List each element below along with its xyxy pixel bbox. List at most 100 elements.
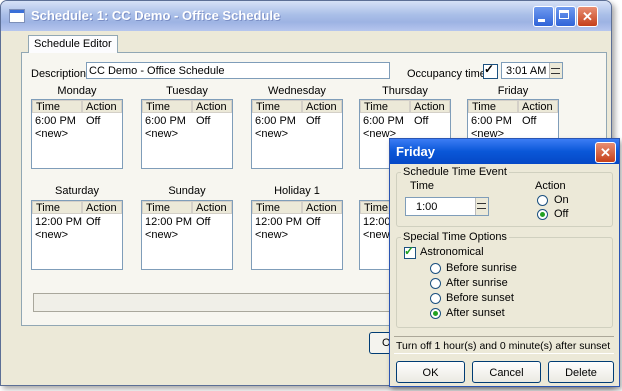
- day-heading: Wednesday: [268, 85, 326, 97]
- table-row[interactable]: 6:00 PM Off: [468, 115, 558, 127]
- dialog-close-button[interactable]: ✕: [595, 142, 616, 163]
- dialog-title-bar[interactable]: Friday ✕: [390, 139, 619, 164]
- action-column-header[interactable]: Action: [410, 100, 450, 113]
- new-entry-label: <new>: [35, 229, 69, 241]
- occupancy-checkbox[interactable]: ✓: [483, 62, 498, 79]
- close-icon: ✕: [582, 9, 593, 24]
- progress-bar: [33, 293, 399, 312]
- checkmark-icon: ✓: [404, 244, 415, 258]
- table-row[interactable]: 12:00 PM Off: [32, 216, 122, 228]
- action-on-radio[interactable]: [537, 195, 548, 206]
- time-column-header[interactable]: Time: [360, 100, 410, 113]
- time-label: Time: [410, 180, 435, 192]
- day-heading: Holiday 1: [274, 185, 320, 197]
- row-time: 6:00 PM: [255, 115, 296, 127]
- time-value: 1:00: [416, 201, 438, 213]
- row-time: 12:00 PM: [255, 216, 303, 228]
- tab-schedule-editor[interactable]: Schedule Editor: [28, 35, 118, 53]
- action-on-label: On: [554, 194, 569, 206]
- before-sunset-radio[interactable]: [430, 293, 441, 304]
- maximize-icon: [559, 10, 569, 19]
- before-sunrise-radio[interactable]: [430, 263, 441, 274]
- schedule-summary-text: Turn off 1 hour(s) and 0 minute(s) after…: [394, 336, 614, 354]
- time-column-header[interactable]: Time: [252, 100, 302, 113]
- table-row[interactable]: 6:00 PM Off: [142, 115, 232, 127]
- dialog-title: Friday: [396, 144, 436, 159]
- day-schedule-list[interactable]: Time Action 6:00 PM Off <new>: [141, 99, 233, 169]
- minimize-icon: [538, 19, 545, 22]
- day-heading: Sunday: [168, 185, 206, 197]
- before-sunrise-label: Before sunrise: [446, 262, 517, 274]
- table-row[interactable]: 6:00 PM Off: [252, 115, 342, 127]
- time-column-header[interactable]: Time: [468, 100, 518, 113]
- new-entry-label: <new>: [145, 128, 179, 140]
- table-row[interactable]: 12:00 PM Off: [252, 216, 342, 228]
- row-time: 6:00 PM: [363, 115, 404, 127]
- row-time: 6:00 PM: [471, 115, 512, 127]
- new-entry-row[interactable]: <new>: [32, 128, 122, 140]
- action-column-header[interactable]: Action: [82, 100, 122, 113]
- row-action: Off: [86, 216, 101, 228]
- dialog-delete-button[interactable]: Delete: [548, 361, 614, 383]
- dialog-cancel-button[interactable]: Cancel: [472, 361, 541, 383]
- day-schedule-list[interactable]: Time Action 12:00 PM Off <new>: [141, 200, 233, 270]
- row-time: 12:00 PM: [145, 216, 193, 228]
- action-column-header[interactable]: Action: [518, 100, 558, 113]
- row-action: Off: [196, 115, 211, 127]
- friday-dialog: Friday ✕ Schedule Time Event Time 1:00 A…: [389, 138, 620, 387]
- action-column-header[interactable]: Action: [192, 100, 232, 113]
- list-header: TimeAction: [142, 201, 232, 215]
- time-column-header[interactable]: Time: [142, 201, 192, 214]
- row-time: 6:00 PM: [145, 115, 186, 127]
- table-row[interactable]: 12:00 PM Off: [142, 216, 232, 228]
- row-action: Off: [414, 115, 429, 127]
- action-column-header[interactable]: Action: [302, 100, 342, 113]
- new-entry-row[interactable]: <new>: [142, 229, 232, 241]
- new-entry-row[interactable]: <new>: [142, 128, 232, 140]
- table-row[interactable]: 6:00 PM Off: [32, 115, 122, 127]
- day-schedule-list[interactable]: Time Action 6:00 PM Off <new>: [251, 99, 343, 169]
- minimize-button[interactable]: [533, 6, 554, 27]
- row-time: 6:00 PM: [35, 115, 76, 127]
- new-entry-row[interactable]: <new>: [252, 229, 342, 241]
- new-entry-row[interactable]: <new>: [32, 229, 122, 241]
- row-action: Off: [306, 216, 321, 228]
- time-input[interactable]: 1:00: [405, 197, 489, 216]
- description-input[interactable]: CC Demo - Office Schedule: [86, 62, 390, 79]
- time-column-header[interactable]: Time: [252, 201, 302, 214]
- window-title-bar[interactable]: Schedule: 1: CC Demo - Office Schedule ✕: [1, 1, 611, 31]
- astronomical-label: Astronomical: [420, 246, 484, 258]
- action-column-header[interactable]: Action: [192, 201, 232, 214]
- new-entry-label: <new>: [35, 128, 69, 140]
- new-entry-label: <new>: [145, 229, 179, 241]
- time-column-header[interactable]: Time: [32, 201, 82, 214]
- action-column-header[interactable]: Action: [302, 201, 342, 214]
- row-time: 12:00: [363, 216, 391, 228]
- close-button[interactable]: ✕: [577, 6, 598, 27]
- new-entry-label: <new>: [255, 229, 289, 241]
- action-column-header[interactable]: Action: [82, 201, 122, 214]
- day-heading: Friday: [497, 85, 529, 97]
- dialog-ok-button[interactable]: OK: [396, 361, 465, 383]
- time-column-header[interactable]: Time: [142, 100, 192, 113]
- action-off-radio[interactable]: [537, 209, 548, 220]
- day-schedule-list[interactable]: Time Action 12:00 PM Off <new>: [251, 200, 343, 270]
- time-column-header[interactable]: Time: [32, 100, 82, 113]
- window-title: Schedule: 1: CC Demo - Office Schedule: [31, 8, 281, 23]
- new-entry-row[interactable]: <new>: [252, 128, 342, 140]
- astronomical-checkbox[interactable]: ✓: [404, 244, 416, 259]
- day-schedule-list[interactable]: Time Action 6:00 PM Off <new>: [31, 99, 123, 169]
- occupancy-time-spinner[interactable]: [549, 63, 562, 78]
- close-icon: ✕: [600, 145, 611, 160]
- occupancy-time-input[interactable]: 3:01 AM: [501, 62, 563, 79]
- day-heading: Thursday: [382, 85, 428, 97]
- list-header: TimeAction: [360, 100, 450, 114]
- maximize-button[interactable]: [555, 6, 576, 27]
- day-heading: Saturday: [54, 185, 100, 197]
- description-label: Description:: [31, 68, 90, 80]
- after-sunset-radio[interactable]: [430, 308, 441, 319]
- day-schedule-list[interactable]: Time Action 12:00 PM Off <new>: [31, 200, 123, 270]
- table-row[interactable]: 6:00 PM Off: [360, 115, 450, 127]
- time-spinner[interactable]: [475, 198, 488, 215]
- after-sunrise-radio[interactable]: [430, 278, 441, 289]
